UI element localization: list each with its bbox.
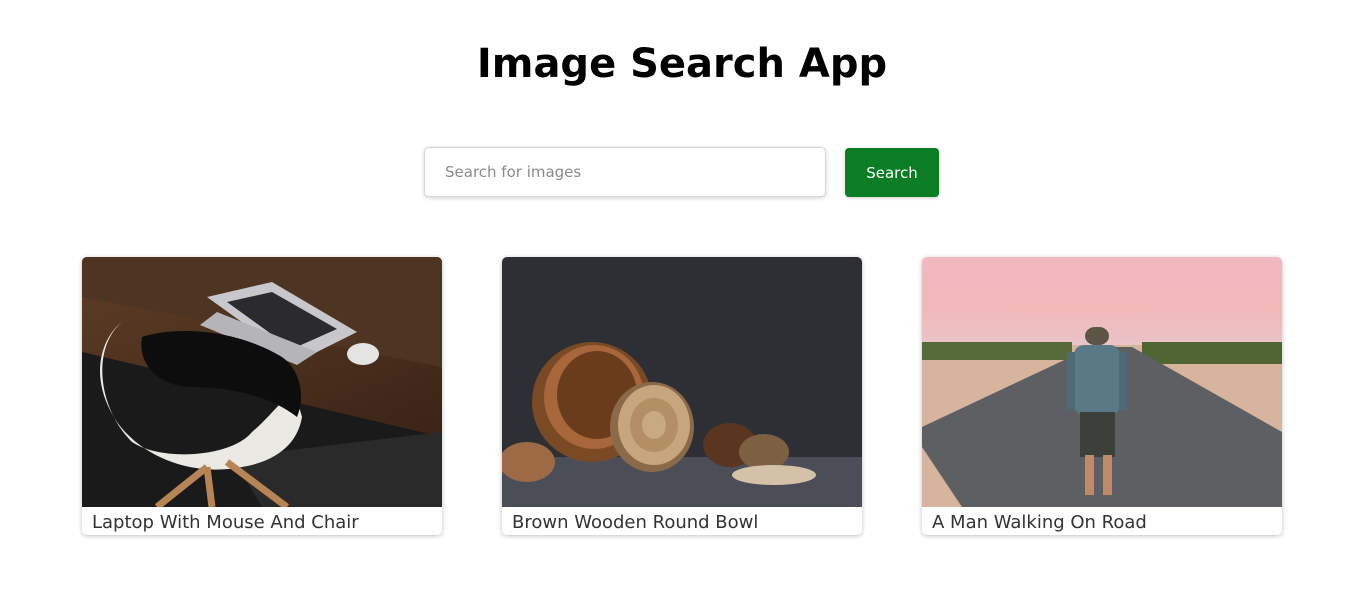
- image-card[interactable]: A Man Walking On Road: [922, 257, 1282, 535]
- image-caption: Brown Wooden Round Bowl: [512, 512, 759, 533]
- image-caption: Laptop With Mouse And Chair: [92, 512, 359, 533]
- image-caption: A Man Walking On Road: [932, 512, 1147, 533]
- page: Image Search App Search for images Searc…: [0, 0, 1364, 603]
- image-card[interactable]: Laptop With Mouse And Chair: [82, 257, 442, 535]
- results-grid: Laptop With Mouse And Chair Brown Wooden…: [82, 257, 1282, 535]
- laptop-chair-image[interactable]: [82, 257, 442, 507]
- page-title: Image Search App: [476, 41, 888, 87]
- search-input[interactable]: [424, 147, 826, 197]
- search-form: Search: [424, 147, 940, 197]
- image-card[interactable]: Brown Wooden Round Bowl: [502, 257, 862, 535]
- wooden-bowl-image[interactable]: [502, 257, 862, 507]
- man-walking-road-image[interactable]: [922, 257, 1282, 507]
- search-button[interactable]: Search: [845, 148, 939, 197]
